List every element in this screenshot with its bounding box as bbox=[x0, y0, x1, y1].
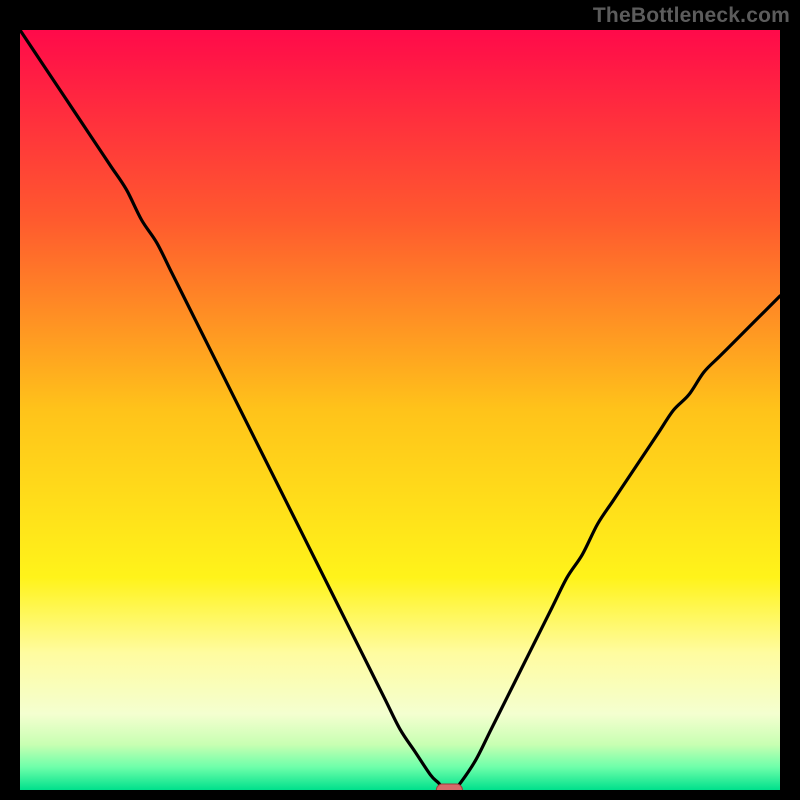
attribution-label: TheBottleneck.com bbox=[593, 4, 790, 28]
marker-optimal-point bbox=[436, 784, 462, 790]
chart-frame: TheBottleneck.com bbox=[0, 0, 800, 800]
optimal-marker-group bbox=[436, 784, 462, 790]
bottleneck-chart bbox=[20, 30, 780, 790]
gradient-background bbox=[20, 30, 780, 790]
plot-area bbox=[20, 30, 780, 790]
